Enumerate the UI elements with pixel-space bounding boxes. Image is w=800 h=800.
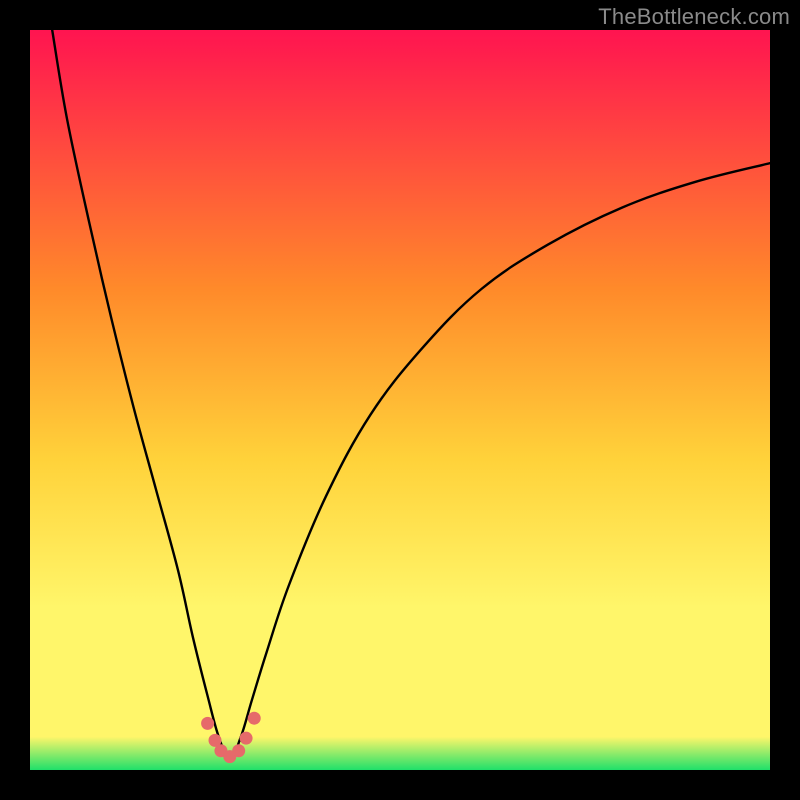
plot-area	[30, 30, 770, 770]
near-minimum-dot	[201, 717, 214, 730]
watermark-text: TheBottleneck.com	[598, 4, 790, 30]
chart-svg	[30, 30, 770, 770]
near-minimum-dot	[248, 712, 261, 725]
near-minimum-dot	[232, 744, 245, 757]
bottleneck-curve	[52, 30, 770, 759]
chart-frame: TheBottleneck.com	[0, 0, 800, 800]
near-minimum-dot	[240, 732, 253, 745]
